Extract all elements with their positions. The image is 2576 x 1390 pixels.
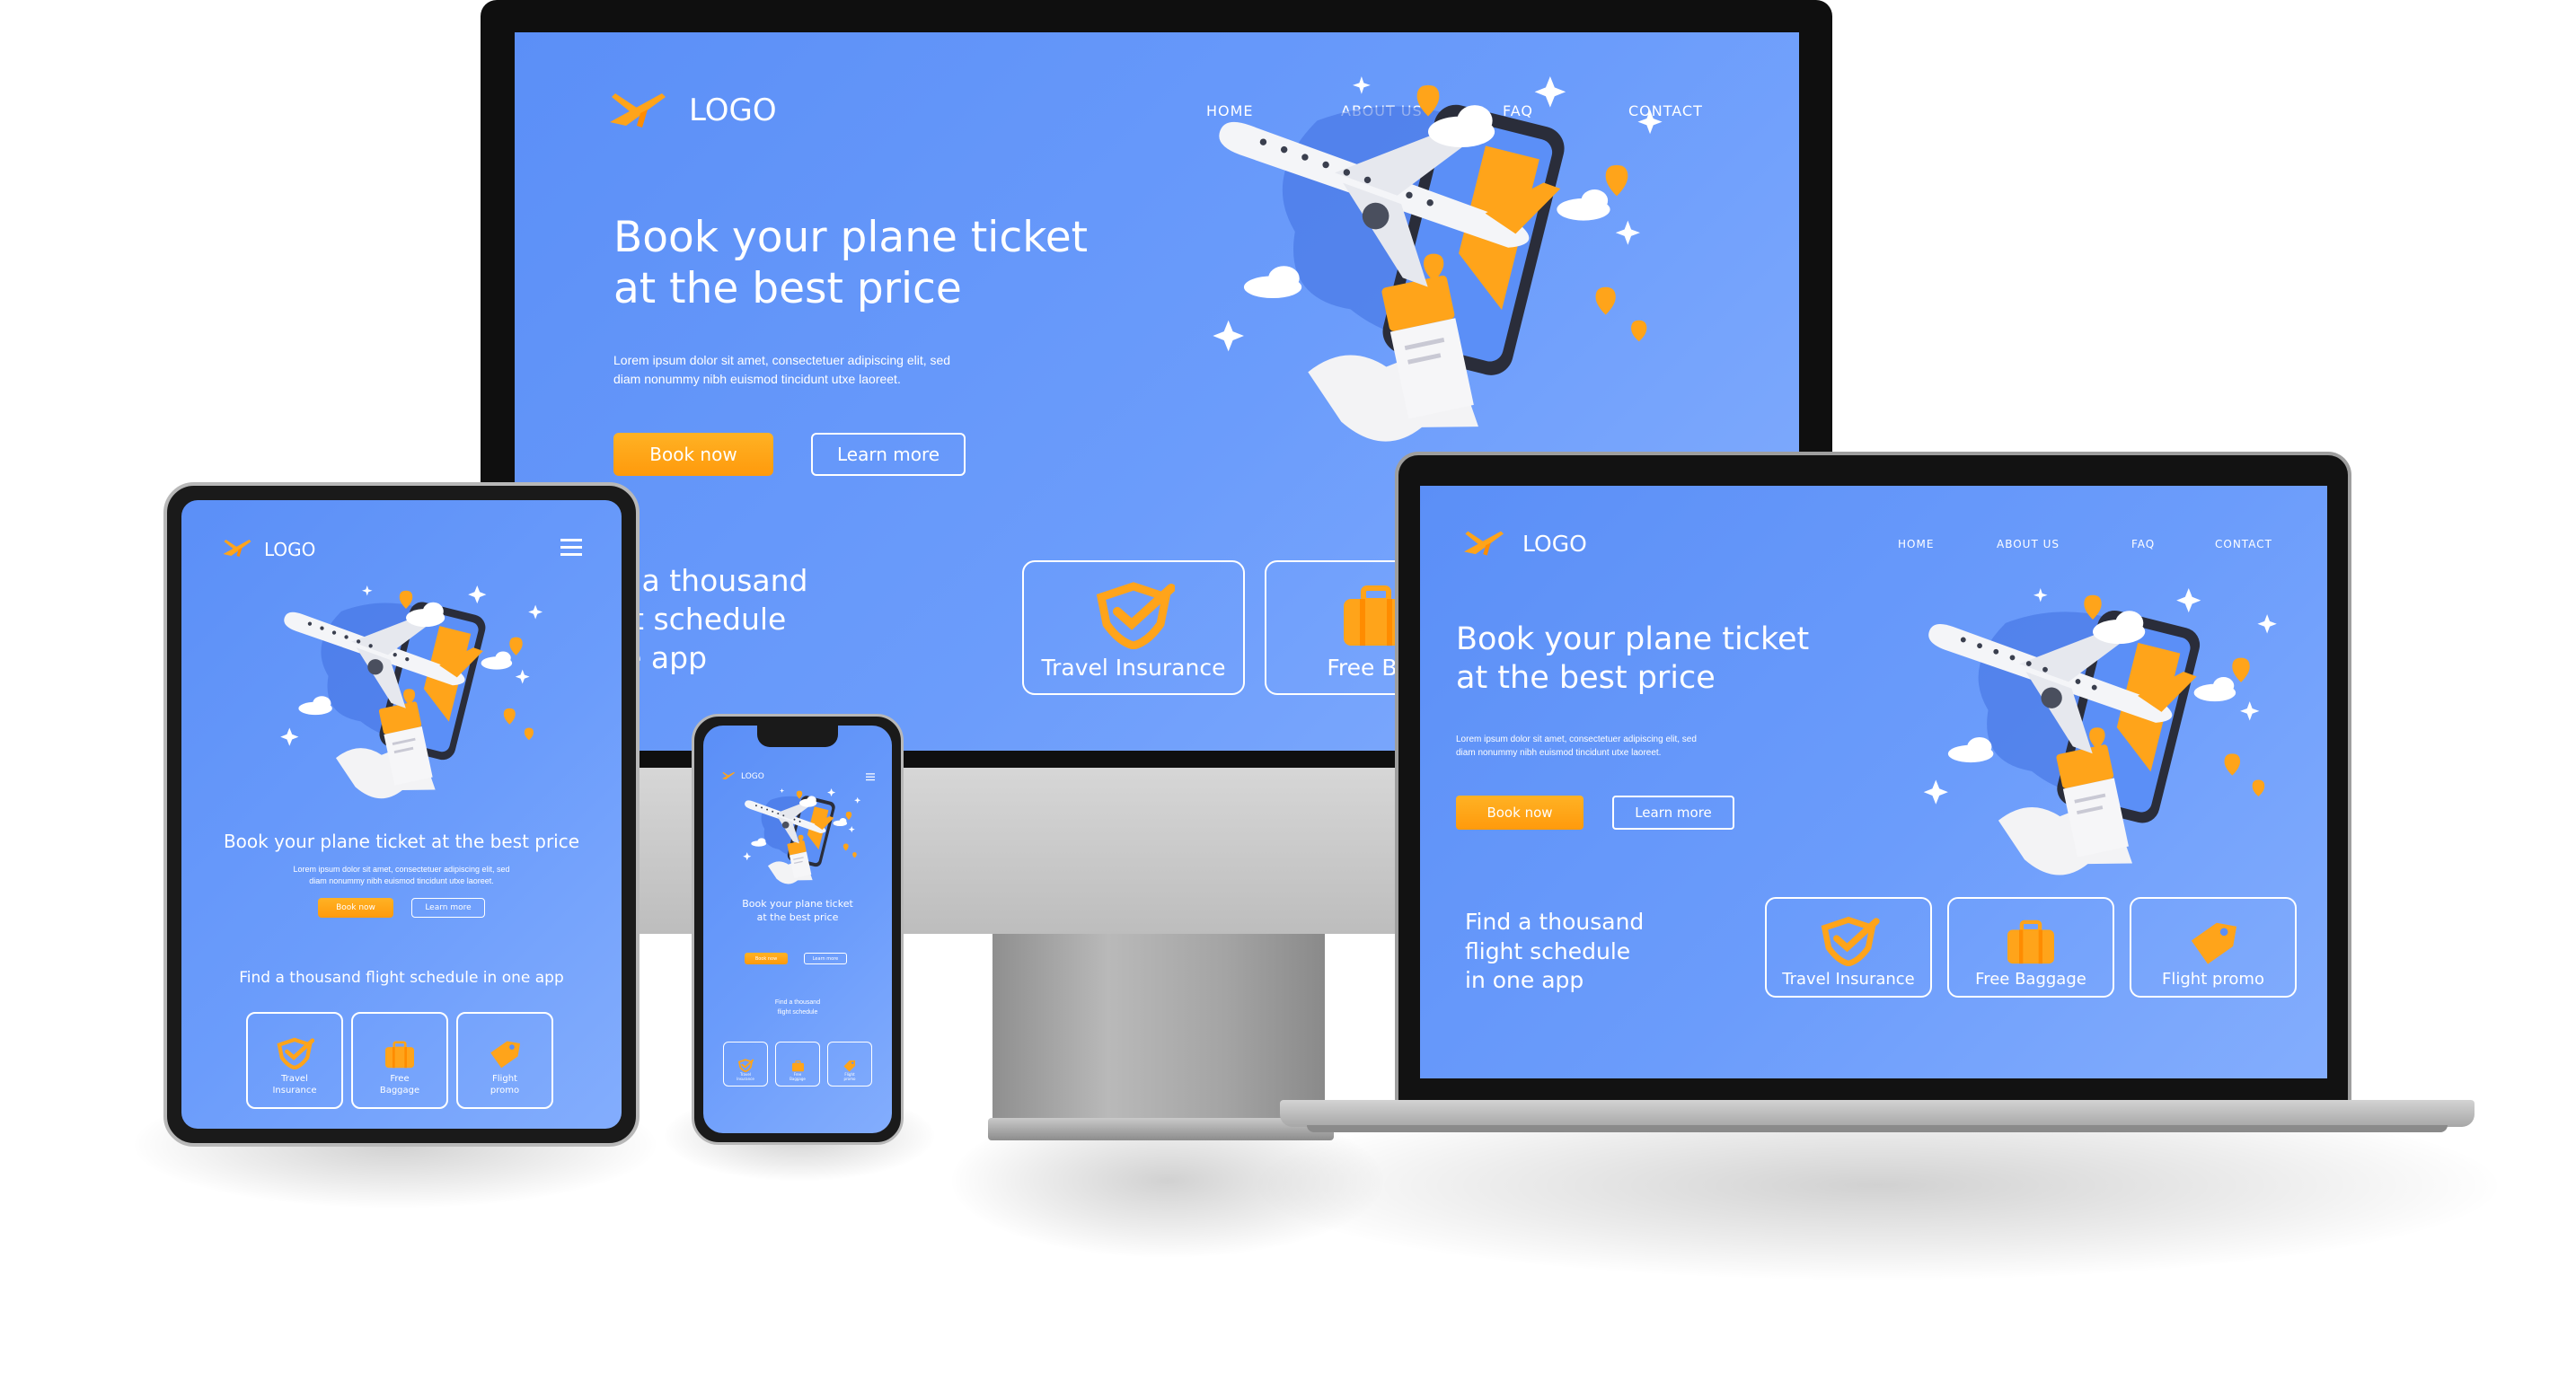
phone-device: LOGO Book your plane ticket at the best p… <box>692 714 904 1145</box>
logo-plane-icon <box>606 86 669 134</box>
card-travel-insurance[interactable]: Travel Insurance <box>246 1012 343 1109</box>
book-now-button[interactable]: Book now <box>318 898 393 918</box>
price-tag-icon <box>2190 919 2236 966</box>
hero-description: Lorem ipsum dolor sit amet, consectetuer… <box>293 865 510 886</box>
shield-check-icon <box>737 1058 754 1072</box>
hero-title: Book your plane ticket at the best price <box>742 898 853 923</box>
shield-check-icon <box>1092 581 1175 649</box>
logo-plane-icon <box>721 769 736 785</box>
card-free-baggage[interactable]: Free Baggage <box>351 1012 448 1109</box>
phone-notch <box>757 726 838 747</box>
card-label: Travel Insurance <box>737 1071 754 1081</box>
logo-text[interactable]: LOGO <box>264 539 315 560</box>
monitor-hero-illustration <box>1194 76 1663 453</box>
monitor-stand-neck <box>992 929 1325 1122</box>
tablet-device: LOGO Book your plane ticket at the best … <box>163 482 640 1147</box>
book-now-button[interactable]: Book now <box>745 953 788 964</box>
tablet-screen: LOGO Book your plane ticket at the best … <box>181 500 622 1129</box>
hero-title: Book your plane ticket at the best price <box>613 213 1089 314</box>
suitcase-icon <box>2005 919 2057 966</box>
logo-text[interactable]: LOGO <box>1522 531 1587 557</box>
card-label: Free Baggage <box>1975 970 2086 989</box>
learn-more-button[interactable]: Learn more <box>804 953 847 964</box>
card-flight-promo[interactable]: Flight promo <box>827 1042 872 1086</box>
card-free-baggage[interactable]: Free Baggage <box>775 1042 820 1086</box>
shield-check-icon <box>275 1037 314 1069</box>
book-now-button[interactable]: Book now <box>1456 796 1584 830</box>
suitcase-icon <box>384 1041 416 1069</box>
find-schedule-text: Find a thousand flight schedule <box>774 999 821 1016</box>
card-label: Free Baggage <box>379 1074 420 1095</box>
hero-title: Book your plane ticket at the best price <box>223 831 580 852</box>
card-flight-promo[interactable]: Flight promo <box>2130 897 2297 998</box>
price-tag-icon <box>843 1060 856 1072</box>
tablet-hero-illustration <box>235 575 577 809</box>
card-label: Travel Insurance <box>1041 655 1226 681</box>
learn-more-button[interactable]: Learn more <box>411 898 485 918</box>
card-free-baggage[interactable]: Free Baggage <box>1947 897 2114 998</box>
find-schedule-text: Find a thousand flight schedule in one app <box>1465 909 1645 993</box>
card-label: Flight promo <box>843 1071 856 1081</box>
card-label: Free Baggage <box>790 1071 806 1081</box>
book-now-button[interactable]: Book now <box>613 433 773 476</box>
card-travel-insurance[interactable]: Travel Insurance <box>723 1042 768 1086</box>
phone-hero-illustration <box>723 783 876 889</box>
learn-more-button[interactable]: Learn more <box>811 433 966 476</box>
learn-more-button[interactable]: Learn more <box>1612 796 1734 830</box>
card-label: Travel Insurance <box>272 1074 317 1095</box>
shield-check-icon <box>1817 916 1880 966</box>
nav-about[interactable]: ABOUT US <box>1997 538 2131 550</box>
hero-title: Book your plane ticket at the best price <box>1456 621 1810 696</box>
logo-text[interactable]: LOGO <box>741 772 764 781</box>
hero-description: Lorem ipsum dolor sit amet, consectetuer… <box>613 353 951 386</box>
logo-text[interactable]: LOGO <box>689 92 777 128</box>
find-schedule-text: Find a thousand flight schedule in one a… <box>239 969 564 987</box>
card-label: Flight promo <box>490 1074 520 1095</box>
hamburger-menu-icon[interactable] <box>866 770 875 781</box>
laptop-base-edge <box>1307 1125 2448 1132</box>
card-label: Travel Insurance <box>1782 970 1915 989</box>
hamburger-menu-icon[interactable] <box>560 538 582 556</box>
card-travel-insurance[interactable]: Travel Insurance <box>1765 897 1932 998</box>
nav-home[interactable]: HOME <box>1898 538 1997 550</box>
hero-description: Lorem ipsum dolor sit amet, consectetuer… <box>1456 735 1697 758</box>
price-tag-icon <box>490 1039 520 1069</box>
card-flight-promo[interactable]: Flight promo <box>456 1012 553 1109</box>
card-label: Flight promo <box>2162 970 2264 989</box>
card-travel-insurance[interactable]: Travel Insurance <box>1022 560 1245 695</box>
laptop-base <box>1280 1100 2475 1127</box>
phone-screen: LOGO Book your plane ticket at the best p… <box>703 726 892 1133</box>
suitcase-icon <box>791 1060 805 1072</box>
logo-plane-icon <box>221 536 253 562</box>
nav-contact[interactable]: CONTACT <box>2215 538 2272 550</box>
laptop-hero-illustration <box>1909 588 2277 884</box>
nav-faq[interactable]: FAQ <box>2131 538 2215 550</box>
logo-plane-icon <box>1461 526 1506 561</box>
